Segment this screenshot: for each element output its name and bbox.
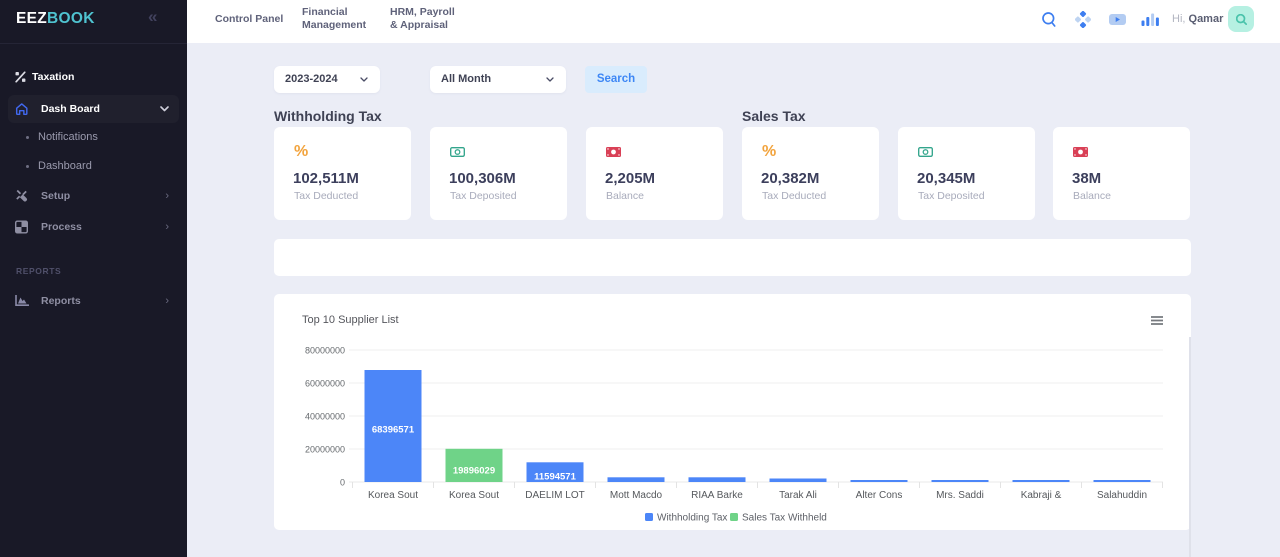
svg-text:40000000: 40000000 bbox=[305, 412, 345, 422]
svg-text:Mott Macdo: Mott Macdo bbox=[610, 490, 663, 501]
svg-text:DAELIM LOT: DAELIM LOT bbox=[525, 490, 584, 501]
svg-text:68396571: 68396571 bbox=[372, 425, 415, 436]
svg-text:60000000: 60000000 bbox=[305, 379, 345, 389]
svg-text:Withholding Tax: Withholding Tax bbox=[657, 513, 727, 524]
svg-text:80000000: 80000000 bbox=[305, 346, 345, 356]
svg-text:11594571: 11594571 bbox=[534, 472, 576, 483]
svg-text:Kabraji &: Kabraji & bbox=[1021, 490, 1062, 501]
svg-text:RIAA Barke: RIAA Barke bbox=[691, 490, 743, 501]
svg-text:0: 0 bbox=[340, 478, 345, 488]
svg-text:Tarak Ali: Tarak Ali bbox=[779, 490, 817, 501]
svg-text:Alter Cons: Alter Cons bbox=[856, 490, 903, 501]
svg-text:Korea Sout: Korea Sout bbox=[368, 490, 418, 501]
svg-text:Korea Sout: Korea Sout bbox=[449, 490, 499, 501]
svg-text:Sales Tax Withheld: Sales Tax Withheld bbox=[742, 513, 827, 524]
svg-text:20000000: 20000000 bbox=[305, 445, 345, 455]
svg-text:Mrs. Saddi: Mrs. Saddi bbox=[936, 490, 984, 501]
svg-text:Salahuddin: Salahuddin bbox=[1097, 490, 1147, 501]
svg-text:19896029: 19896029 bbox=[453, 466, 495, 477]
